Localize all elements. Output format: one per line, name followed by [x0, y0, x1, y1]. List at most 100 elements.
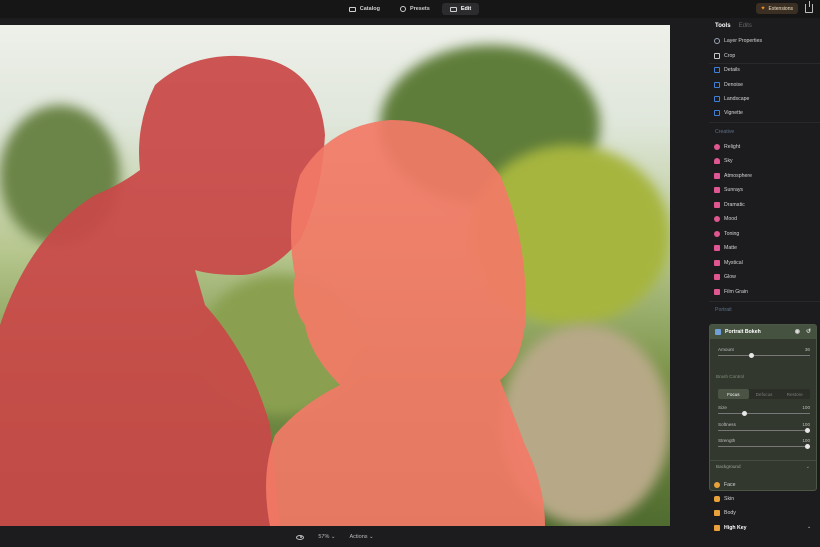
section-portrait: Portrait	[715, 307, 732, 313]
strength-value: 100	[802, 438, 810, 443]
strength-track[interactable]	[718, 444, 810, 449]
chevron-down-icon[interactable]: ⌄	[807, 524, 811, 530]
toning-icon	[714, 231, 720, 237]
tool-high-key[interactable]: High Key	[714, 523, 746, 533]
tool-label: Glow	[724, 274, 736, 280]
amount-track[interactable]	[718, 353, 810, 358]
extensions-icon: ✦	[760, 6, 766, 12]
brush-mode-selector: Focus Defocus Restore	[718, 389, 810, 399]
relight-icon	[714, 144, 720, 150]
portrait-bokeh-icon	[715, 329, 721, 335]
canvas-bottom-bar: 57% ⌄ Actions ⌄	[0, 527, 670, 547]
reset-icon[interactable]: ↺	[806, 328, 811, 335]
layers-icon	[714, 38, 720, 44]
app-window: Catalog Presets Edit ✦ Extensions 57% ⌄ …	[0, 0, 820, 547]
tool-dramatic[interactable]: Dramatic	[714, 200, 745, 210]
strength-knob[interactable]	[805, 444, 810, 449]
tool-label: Body	[724, 510, 736, 516]
size-knob[interactable]	[742, 411, 747, 416]
tab-catalog[interactable]: Catalog	[341, 3, 388, 15]
amount-label: Amount	[718, 347, 734, 352]
brush-mode-defocus[interactable]: Defocus	[749, 389, 780, 399]
panel-tabs: Tools Edits	[715, 23, 752, 29]
tool-mood[interactable]: Mood	[714, 214, 737, 224]
tool-matte[interactable]: Matte	[714, 243, 737, 253]
tool-label: Relight	[724, 144, 741, 150]
tool-label: Crop	[724, 53, 736, 59]
tool-denoise[interactable]: Denoise	[714, 80, 743, 90]
tool-face[interactable]: Face	[714, 480, 736, 490]
size-track[interactable]	[718, 411, 810, 416]
amount-knob[interactable]	[749, 353, 754, 358]
portrait-bokeh-header[interactable]: Portrait Bokeh ◉ ↺	[710, 325, 816, 339]
zoom-dropdown[interactable]: 57% ⌄	[318, 534, 335, 540]
tool-sky[interactable]: Sky	[714, 156, 733, 166]
tool-layer-properties[interactable]: Layer Properties	[714, 36, 762, 46]
tool-label: Mood	[724, 216, 737, 222]
brush-mode-focus[interactable]: Focus	[718, 389, 749, 399]
preview-eye-icon[interactable]	[296, 534, 305, 540]
extensions-button[interactable]: ✦ Extensions	[755, 3, 798, 14]
share-icon[interactable]	[805, 1, 813, 13]
photo-canvas[interactable]	[0, 25, 670, 526]
tool-label: High Key	[724, 525, 747, 531]
glow-icon	[714, 274, 720, 280]
visibility-eye-icon[interactable]: ◉	[795, 328, 800, 335]
background-section[interactable]: Background ⌄	[710, 460, 816, 472]
tool-film-grain[interactable]: Film Grain	[714, 287, 748, 297]
tool-label: Sky	[724, 158, 733, 164]
brush-control-label: Brush Control	[716, 374, 745, 379]
tab-edit[interactable]: Edit	[441, 3, 480, 15]
zoom-value: 57%	[318, 534, 330, 540]
strength-slider[interactable]: Strength 100	[718, 438, 810, 449]
tool-label: Matte	[724, 245, 737, 251]
softness-label: Softness	[718, 422, 736, 427]
sunrays-icon	[714, 187, 720, 193]
tool-sunrays[interactable]: Sunrays	[714, 185, 743, 195]
tool-label: Vignette	[724, 110, 743, 116]
tab-tools[interactable]: Tools	[715, 23, 731, 29]
size-slider[interactable]: Size 100	[718, 405, 810, 416]
tool-vignette[interactable]: Vignette	[714, 108, 743, 118]
divider	[709, 301, 820, 302]
atmosphere-icon	[714, 173, 720, 179]
tool-atmosphere[interactable]: Atmosphere	[714, 171, 752, 181]
tool-toning[interactable]: Toning	[714, 229, 739, 239]
softness-knob[interactable]	[805, 428, 810, 433]
tab-presets-label: Presets	[409, 6, 430, 12]
tool-glow[interactable]: Glow	[714, 272, 736, 282]
tool-mystical[interactable]: Mystical	[714, 258, 743, 268]
tool-body[interactable]: Body	[714, 508, 736, 518]
extensions-label: Extensions	[768, 5, 793, 12]
film-grain-icon	[714, 289, 720, 295]
tool-crop[interactable]: Crop	[714, 51, 735, 61]
denoise-icon	[714, 82, 720, 88]
amount-value: 36	[804, 347, 810, 352]
tool-label: Face	[724, 482, 736, 488]
amount-slider[interactable]: Amount 36	[718, 347, 810, 358]
tool-skin[interactable]: Skin	[714, 494, 734, 504]
tab-edit-label: Edit	[460, 6, 472, 12]
tab-edits[interactable]: Edits	[739, 23, 752, 29]
tab-presets[interactable]: Presets	[392, 3, 438, 15]
face-icon	[714, 482, 720, 488]
crop-icon	[714, 53, 720, 59]
tool-label: Denoise	[724, 82, 744, 88]
tool-relight[interactable]: Relight	[714, 142, 740, 152]
body-icon	[714, 510, 720, 516]
dramatic-icon	[714, 202, 720, 208]
tool-label: Toning	[724, 231, 740, 237]
tool-landscape[interactable]: Landscape	[714, 94, 749, 104]
tool-details[interactable]: Details	[714, 65, 740, 75]
mystical-icon	[714, 260, 720, 266]
tool-label: Sunrays	[724, 187, 744, 193]
chevron-down-icon: ⌄	[805, 463, 810, 470]
brush-mode-restore[interactable]: Restore	[779, 389, 810, 399]
softness-track[interactable]	[718, 428, 810, 433]
size-value: 100	[802, 405, 810, 410]
subject-mask	[0, 55, 545, 526]
sky-icon	[714, 158, 720, 164]
skin-icon	[714, 496, 720, 502]
softness-slider[interactable]: Softness 100	[718, 422, 810, 433]
actions-dropdown[interactable]: Actions ⌄	[349, 534, 373, 540]
